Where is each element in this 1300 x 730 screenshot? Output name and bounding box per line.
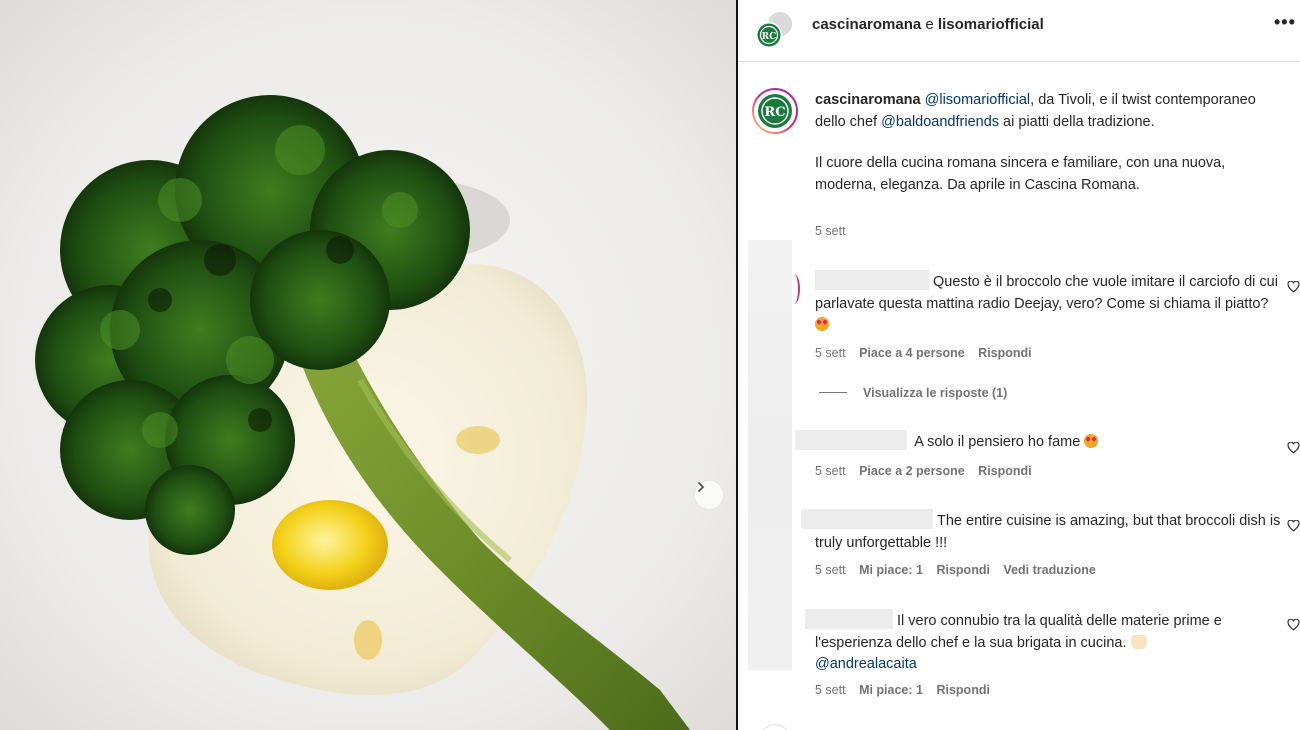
heart-outline-icon — [1287, 519, 1300, 532]
comment-timestamp: 5 sett — [815, 563, 846, 577]
reply-button[interactable]: Rispondi — [936, 563, 989, 577]
view-replies-button[interactable]: Visualizza le risposte (1) — [819, 386, 1007, 400]
reply-button[interactable]: Rispondi — [936, 683, 989, 697]
caption-paragraph: Il cuore della cucina romana sincera e f… — [815, 155, 1226, 193]
author-avatar[interactable]: RC — [752, 8, 796, 52]
raising-hands-emoji — [1130, 634, 1147, 649]
replies-line — [819, 392, 847, 393]
comment-1-meta: 5 sett Piace a 4 persone Rispondi — [815, 346, 1032, 360]
comment-likes[interactable]: Piace a 2 persone — [859, 464, 965, 478]
heart-outline-icon — [1287, 280, 1300, 293]
comment-text: A solo il pensiero ho fame — [914, 434, 1081, 450]
mention-link[interactable]: @andrealacaita — [815, 656, 917, 672]
next-commenter-avatar[interactable] — [760, 724, 790, 730]
comment-likes[interactable]: Mi piace: 1 — [859, 683, 923, 697]
redacted-username — [795, 430, 907, 450]
post-photo — [0, 0, 736, 730]
comment-2-meta: 5 sett Piace a 2 persone Rispondi — [815, 464, 1032, 478]
post-sidebar: RC cascinaromana e lisomariofficial ••• … — [738, 0, 1300, 730]
chevron-right-icon — [698, 482, 705, 492]
heart-outline-icon — [1287, 618, 1300, 631]
svg-text:RC: RC — [762, 32, 777, 42]
heart-outline-icon — [1287, 441, 1300, 454]
view-replies-label: Visualizza le risposte (1) — [863, 386, 1008, 400]
comment-4-meta: 5 sett Mi piace: 1 Rispondi — [815, 683, 990, 697]
caption-timestamp: 5 sett — [815, 224, 846, 238]
svg-text:RC: RC — [764, 105, 785, 120]
author-username[interactable]: cascinaromana — [812, 16, 921, 33]
like-comment-button[interactable] — [1287, 618, 1300, 634]
comment-3: The entire cuisine is amazing, but that … — [801, 509, 1285, 554]
caption-text: ai piatti della tradizione. — [999, 113, 1155, 130]
comment-4: Il vero connubio tra la qualità delle ma… — [805, 609, 1285, 676]
heart-eyes-emoji — [815, 317, 829, 331]
like-comment-button[interactable] — [1287, 441, 1300, 457]
post-caption: cascinaromana @lisomariofficial, da Tivo… — [815, 90, 1280, 196]
comment-timestamp: 5 sett — [815, 683, 846, 697]
comment-3-meta: 5 sett Mi piace: 1 Rispondi Vedi traduzi… — [815, 563, 1096, 577]
comment-1: Questo è il broccolo che vuole imitare i… — [815, 270, 1285, 337]
redacted-username — [801, 509, 933, 529]
mention-link[interactable]: @lisomariofficial — [925, 92, 1031, 108]
comment-2: A solo il pensiero ho fame — [795, 430, 1265, 454]
commenter-avatar[interactable] — [788, 274, 800, 304]
caption-username[interactable]: cascinaromana — [815, 92, 921, 108]
comment-timestamp: 5 sett — [815, 464, 846, 478]
reply-button[interactable]: Rispondi — [978, 346, 1031, 360]
comment-likes[interactable]: Mi piace: 1 — [859, 563, 923, 577]
post-authors: cascinaromana e lisomariofficial — [812, 16, 1044, 33]
coauthor-username[interactable]: lisomariofficial — [938, 16, 1044, 33]
redacted-username — [805, 609, 893, 629]
caption-avatar[interactable]: RC — [752, 88, 798, 134]
reply-button[interactable]: Rispondi — [978, 464, 1031, 478]
like-comment-button[interactable] — [1287, 519, 1300, 535]
mention-link[interactable]: @baldoandfriends — [881, 114, 999, 130]
comment-likes[interactable]: Piace a 4 persone — [859, 346, 965, 360]
redacted-username — [815, 270, 929, 290]
see-translation-button[interactable]: Vedi traduzione — [1003, 563, 1095, 577]
authors-connector: e — [925, 16, 934, 33]
post-header: RC cascinaromana e lisomariofficial ••• — [738, 0, 1300, 62]
heart-eyes-emoji — [1084, 434, 1099, 448]
more-options-button[interactable]: ••• — [1274, 12, 1296, 33]
next-photo-button[interactable] — [694, 480, 724, 510]
blurred-avatars — [748, 240, 792, 670]
comment-timestamp: 5 sett — [815, 346, 846, 360]
broccoli-dish-image — [0, 0, 736, 730]
like-comment-button[interactable] — [1287, 280, 1300, 296]
